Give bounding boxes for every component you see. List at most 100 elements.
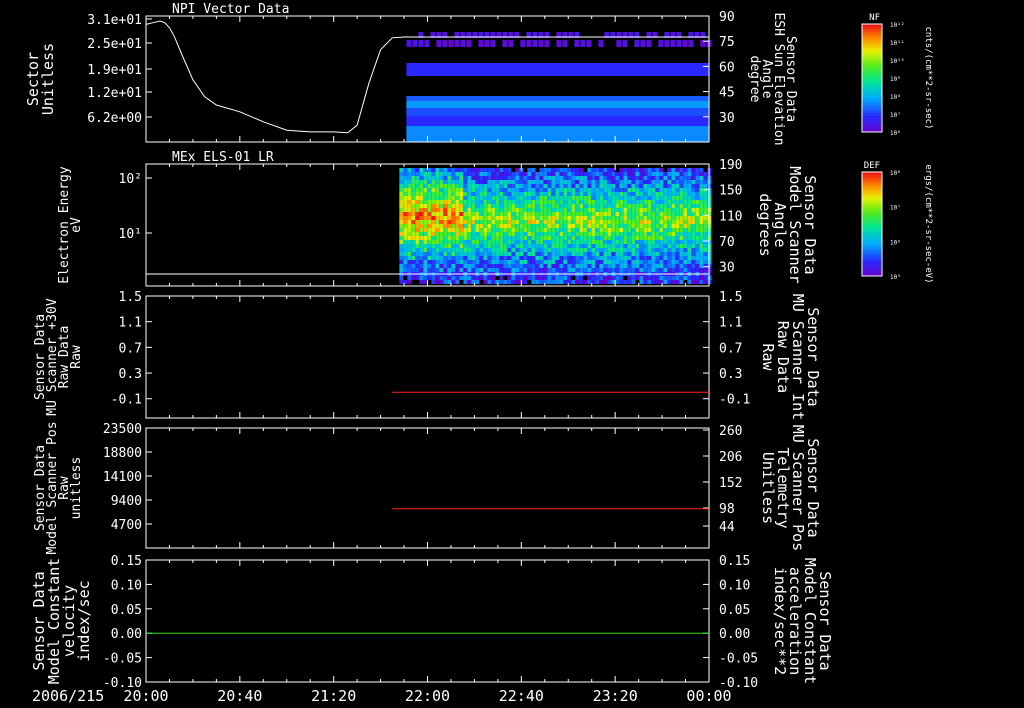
spectrogram-cell-1 — [399, 276, 404, 280]
spectrogram-cell-1 — [539, 264, 544, 268]
spectrogram-cell-1 — [507, 260, 512, 264]
spectrogram-cell-1 — [575, 248, 580, 252]
spectrogram-cell-1 — [531, 276, 536, 280]
spectrogram-cell-1 — [447, 256, 452, 260]
spectrogram-cell-1 — [651, 216, 656, 220]
spectrogram-cell-1 — [535, 196, 540, 200]
spectrogram-cell-1 — [499, 168, 504, 172]
spectrogram-cell-1 — [443, 168, 448, 172]
spectrogram-cell-1 — [619, 260, 624, 264]
spectrogram-cell-1 — [655, 200, 660, 204]
spectrogram-cell-0-1 — [598, 40, 604, 47]
spectrogram-cell-1 — [591, 180, 596, 184]
spectrogram-cell-1 — [515, 268, 520, 272]
spectrogram-cell-1 — [555, 280, 560, 284]
spectrogram-cell-1 — [607, 188, 612, 192]
spectrogram-cell-1 — [695, 192, 700, 196]
spectrogram-cell-1 — [431, 216, 436, 220]
spectrogram-cell-1 — [679, 264, 684, 268]
spectrogram-cell-1 — [455, 228, 460, 232]
spectrogram-cell-1 — [459, 176, 464, 180]
spectrogram-cell-1 — [683, 236, 688, 240]
spectrogram-cell-1 — [623, 252, 628, 256]
spectrogram-cell-1 — [435, 220, 440, 224]
spectrogram-cell-1 — [539, 216, 544, 220]
spectrogram-cell-1 — [647, 220, 652, 224]
spectrogram-cell-1 — [531, 200, 536, 204]
panel-frame-4 — [145, 427, 710, 549]
spectrogram-cell-1 — [427, 208, 432, 212]
spectrogram-cell-1 — [571, 196, 576, 200]
spectrogram-cell-1 — [675, 256, 680, 260]
spectrogram-cell-1 — [683, 224, 688, 228]
spectrogram-cell-1 — [671, 260, 676, 264]
spectrogram-cell-1 — [531, 232, 536, 236]
spectrogram-cell-1 — [443, 248, 448, 252]
spectrogram-cell-1 — [399, 248, 404, 252]
spectrogram-cell-1 — [571, 220, 576, 224]
spectrogram-cell-1 — [667, 188, 672, 192]
spectrogram-cell-1 — [431, 200, 436, 204]
spectrogram-cell-0-1 — [544, 40, 550, 47]
spectrogram-cell-1 — [627, 208, 632, 212]
spectrogram-cell-1 — [519, 236, 524, 240]
spectrogram-cell-1 — [507, 236, 512, 240]
spectrogram-cell-1 — [699, 224, 704, 228]
spectrogram-cell-1 — [623, 280, 628, 284]
spectrogram-cell-1 — [567, 276, 572, 280]
spectrogram-cell-1 — [527, 232, 532, 236]
spectrogram-cell-1 — [479, 184, 484, 188]
time-tick-label: 22:40 — [499, 687, 544, 705]
spectrogram-cell-1 — [403, 180, 408, 184]
spectrogram-cell-1 — [695, 212, 700, 216]
spectrogram-cell-1 — [535, 216, 540, 220]
spectrogram-cell-1 — [599, 256, 604, 260]
spectrogram-cell-1 — [607, 228, 612, 232]
spectrogram-cell-1 — [567, 268, 572, 272]
spectrogram-cell-1 — [523, 240, 528, 244]
spectrogram-cell-1 — [619, 172, 624, 176]
spectrogram-cell-1 — [671, 280, 676, 284]
spectrogram-cell-1 — [543, 228, 548, 232]
spectrogram-cell-1 — [507, 224, 512, 228]
spectrogram-cell-1 — [619, 244, 624, 248]
spectrogram-cell-1 — [523, 184, 528, 188]
spectrogram-cell-1 — [575, 184, 580, 188]
spectrogram-cell-1 — [475, 196, 480, 200]
spectrogram-cell-1 — [571, 176, 576, 180]
spectrogram-cell-1 — [603, 192, 608, 196]
spectrogram-cell-1 — [499, 184, 504, 188]
spectrogram-cell-1 — [495, 268, 500, 272]
spectrogram-cell-1 — [615, 232, 620, 236]
spectrogram-cell-1 — [671, 236, 676, 240]
spectrogram-cell-1 — [455, 260, 460, 264]
spectrogram-cell-1 — [499, 264, 504, 268]
spectrogram-cell-1 — [683, 228, 688, 232]
spectrogram-cell-1 — [483, 180, 488, 184]
spectrogram-cell-1 — [595, 232, 600, 236]
spectrogram-cell-1 — [523, 264, 528, 268]
spectrogram-cell-1 — [447, 232, 452, 236]
spectrogram-cell-1 — [611, 188, 616, 192]
spectrogram-cell-1 — [647, 176, 652, 180]
spectrogram-cell-1 — [463, 256, 468, 260]
spectrogram-cell-1 — [547, 228, 552, 232]
spectrogram-cell-1 — [655, 212, 660, 216]
spectrogram-cell-1 — [615, 212, 620, 216]
spectrogram-cell-1 — [655, 236, 660, 240]
spectrogram-cell-1 — [531, 172, 536, 176]
spectrogram-cell-1 — [655, 172, 660, 176]
spectrogram-cell-1 — [571, 244, 576, 248]
spectrogram-cell-1 — [695, 172, 700, 176]
spectrogram-cell-1 — [699, 212, 704, 216]
spectrogram-cell-1 — [611, 176, 616, 180]
spectrogram-cell-1 — [415, 196, 420, 200]
spectrogram-cell-1 — [439, 184, 444, 188]
spectrogram-cell-1 — [635, 240, 640, 244]
spectrogram-cell-1 — [487, 168, 492, 172]
spectrogram-cell-1 — [479, 212, 484, 216]
spectrogram-cell-1 — [399, 168, 404, 172]
spectrogram-cell-1 — [531, 244, 536, 248]
left-axis-label: index/sec — [75, 580, 93, 661]
spectrogram-cell-1 — [511, 216, 516, 220]
